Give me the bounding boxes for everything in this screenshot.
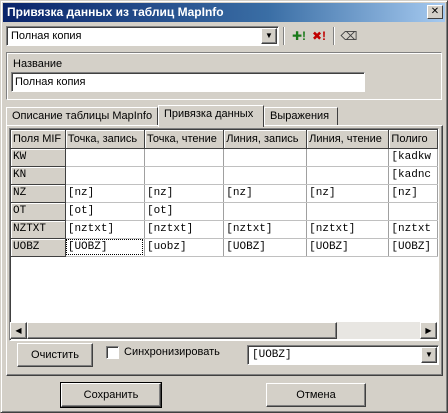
row-header[interactable]: KN [11, 166, 66, 185]
grid-header-row: Поля MIF Точка, запись Точка, чтение Лин… [11, 130, 438, 149]
toolbar-separator [333, 27, 335, 45]
grid-cell[interactable]: [nz] [306, 184, 390, 203]
sync-checkbox[interactable] [106, 346, 119, 359]
grid-cell[interactable]: [kadkw [388, 148, 438, 167]
grid-cell[interactable]: [UOBZ] [223, 238, 308, 257]
grid-cell[interactable]: [ot] [144, 202, 225, 221]
row-header[interactable]: OT [11, 202, 66, 221]
table-row: KN [kadnc [11, 166, 438, 185]
sync-label: Синхронизировать [124, 346, 220, 358]
grid-cell[interactable] [65, 148, 145, 167]
grid-cell[interactable]: [nztxt] [65, 220, 145, 239]
clear-button[interactable]: Очистить [17, 343, 93, 367]
grid-cell[interactable] [65, 166, 145, 185]
toolbar-separator [283, 27, 285, 45]
template-select[interactable]: Полная копия ▼ [6, 26, 279, 46]
grid-cell[interactable] [144, 166, 225, 185]
grid-cell[interactable]: [UOBZ] [388, 238, 438, 257]
tab-table-description[interactable]: Описание таблицы MapInfo [6, 107, 158, 126]
template-select-value: Полная копия [11, 30, 82, 42]
grid-cell[interactable]: [UOBZ] [65, 238, 145, 257]
column-header[interactable]: Поля MIF [11, 130, 66, 149]
grid-cell[interactable]: [nztxt] [223, 220, 308, 239]
table-row: OT [ot] [ot] [11, 202, 438, 221]
binding-grid[interactable]: Поля MIF Точка, запись Точка, чтение Лин… [9, 128, 439, 341]
grid-cell[interactable] [223, 148, 308, 167]
binding-table: Поля MIF Точка, запись Точка, чтение Лин… [11, 130, 438, 257]
row-header[interactable]: UOBZ [11, 238, 66, 257]
chevron-down-icon[interactable]: ▼ [261, 28, 277, 44]
grid-cell[interactable]: [nztxt] [144, 220, 225, 239]
tab-data-binding[interactable]: Привязка данных [158, 105, 264, 127]
grid-cell[interactable]: [uobz] [144, 238, 225, 257]
scroll-right-icon[interactable]: ▶ [420, 322, 437, 339]
add-icon[interactable]: ✚! [290, 28, 308, 44]
grid-cell[interactable] [306, 166, 390, 185]
dialog-window: Привязка данных из таблиц MapInfo ✕ Полн… [0, 0, 448, 413]
grid-cell[interactable]: [nztxt] [306, 220, 390, 239]
name-label: Название [13, 58, 63, 70]
field-select-value: [UOBZ] [252, 349, 292, 361]
chevron-down-icon[interactable]: ▼ [421, 347, 437, 363]
eraser-icon[interactable]: ⌫ [340, 28, 358, 44]
delete-icon[interactable]: ✖! [310, 28, 328, 44]
close-icon[interactable]: ✕ [427, 5, 443, 19]
row-header[interactable]: NZ [11, 184, 66, 203]
table-row: NZ [nz] [nz] [nz] [nz] [nz] [11, 184, 438, 203]
grid-cell[interactable]: [nz] [223, 184, 308, 203]
column-header[interactable]: Полиго [388, 130, 438, 149]
window-title: Привязка данных из таблиц MapInfo [7, 5, 224, 19]
row-header[interactable]: NZTXT [11, 220, 66, 239]
grid-cell[interactable]: [UOBZ] [306, 238, 390, 257]
column-header[interactable]: Точка, запись [65, 130, 145, 149]
grid-cell[interactable] [306, 202, 390, 221]
tab-expressions[interactable]: Выражения [264, 107, 338, 126]
column-header[interactable]: Точка, чтение [144, 130, 225, 149]
column-header[interactable]: Линия, запись [223, 130, 308, 149]
grid-cell[interactable] [223, 202, 308, 221]
table-row: NZTXT [nztxt] [nztxt] [nztxt] [nztxt] [n… [11, 220, 438, 239]
title-bar: Привязка данных из таблиц MapInfo ✕ [3, 3, 445, 22]
save-button[interactable]: Сохранить [60, 382, 162, 408]
cancel-button[interactable]: Отмена [266, 383, 366, 407]
name-input[interactable]: Полная копия [11, 72, 365, 92]
grid-cell[interactable]: [nz] [388, 184, 438, 203]
grid-cell[interactable]: [nztxt [388, 220, 438, 239]
scrollbar-thumb[interactable] [27, 322, 337, 339]
table-row: KW [kadkw [11, 148, 438, 167]
grid-cell[interactable]: [ot] [65, 202, 145, 221]
table-row: UOBZ [UOBZ] [uobz] [UOBZ] [UOBZ] [UOBZ] [11, 238, 438, 257]
column-header[interactable]: Линия, чтение [306, 130, 390, 149]
horizontal-scrollbar[interactable]: ◀ ▶ [10, 322, 437, 339]
row-header[interactable]: KW [11, 148, 66, 167]
scroll-left-icon[interactable]: ◀ [10, 322, 27, 339]
grid-cell[interactable]: [nz] [65, 184, 145, 203]
name-input-value: Полная копия [15, 76, 86, 88]
grid-cell[interactable]: [kadnc [388, 166, 438, 185]
grid-cell[interactable] [223, 166, 308, 185]
field-select[interactable]: [UOBZ] ▼ [247, 345, 439, 365]
grid-cell[interactable] [388, 202, 438, 221]
grid-cell[interactable] [144, 148, 225, 167]
grid-cell[interactable] [306, 148, 390, 167]
grid-cell[interactable]: [nz] [144, 184, 225, 203]
